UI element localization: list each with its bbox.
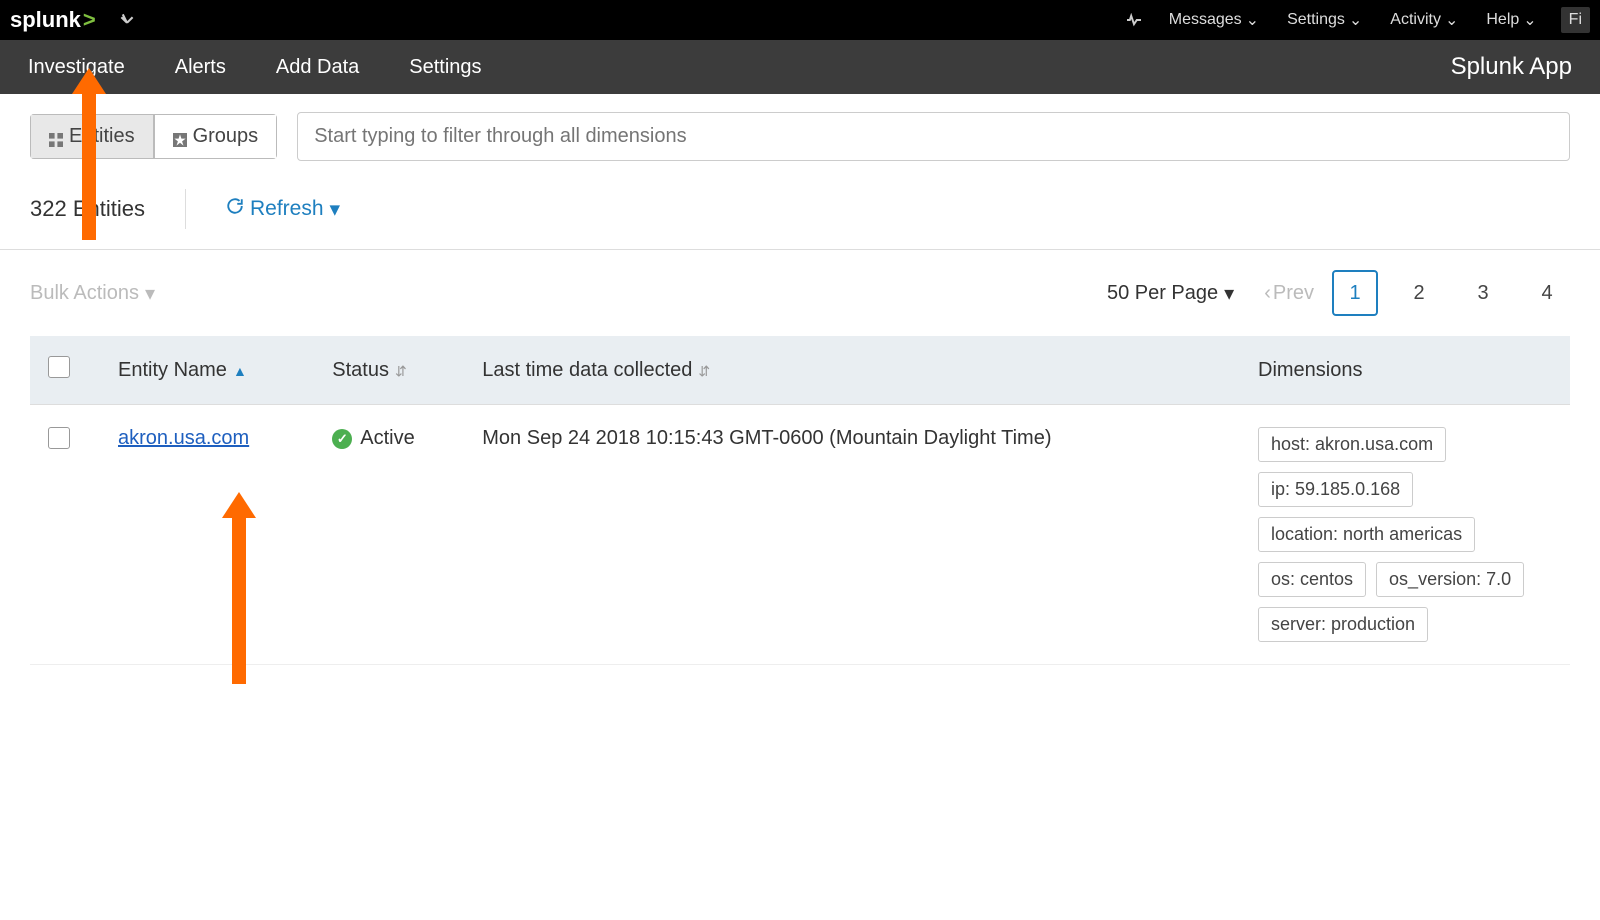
tab-entities-label: Entities [69,125,135,148]
chevron-down-icon: ⌄ [1246,10,1259,30]
nav-add-data[interactable]: Add Data [276,56,359,79]
sort-icon: ⇵ [698,363,710,379]
divider [185,189,186,229]
chevron-down-icon: ⌄ [1445,10,1458,30]
star-icon [173,130,187,144]
col-entity-name[interactable]: Entity Name▲ [100,336,314,405]
page-3[interactable]: 3 [1460,270,1506,316]
topbar-help[interactable]: Help⌄ [1486,10,1536,30]
topbar-settings[interactable]: Settings⌄ [1287,10,1362,30]
sort-asc-icon: ▲ [233,363,247,379]
status-text: Active [360,427,414,450]
tab-entities[interactable]: Entities [30,114,154,159]
nav-investigate[interactable]: Investigate [28,56,125,79]
tab-groups-label: Groups [193,125,259,148]
caret-down-icon: ▾ [1224,281,1234,306]
caret-down-icon: ▾ [145,281,155,306]
dimension-tags: host: akron.usa.com ip: 59.185.0.168 loc… [1258,427,1552,642]
refresh-button[interactable]: Refresh ▾ [226,197,340,222]
refresh-label: Refresh [250,197,324,221]
tab-groups[interactable]: Groups [154,114,278,159]
col-dimensions: Dimensions [1240,336,1570,405]
toolbar: Entities Groups [0,94,1600,179]
chevron-down-icon: ⌄ [1349,10,1362,30]
logo-text: splunk [10,7,81,33]
count-row: 322 Entities Refresh ▾ [0,179,1600,250]
status-active-icon: ✓ [332,429,352,449]
topbar-messages[interactable]: Messages⌄ [1169,10,1259,30]
page-2[interactable]: 2 [1396,270,1442,316]
topbar-activity[interactable]: Activity⌄ [1390,10,1458,30]
page-1[interactable]: 1 [1332,270,1378,316]
dimension-tag[interactable]: ip: 59.185.0.168 [1258,472,1413,507]
page-prev[interactable]: ‹Prev [1264,282,1314,305]
splunk-logo: splunk> [10,7,96,33]
caret-down-icon: ▾ [330,197,341,222]
dimension-filter-input[interactable] [297,112,1570,161]
app-switcher-icon[interactable] [120,13,134,27]
dimension-tag[interactable]: os: centos [1258,562,1366,597]
table-header-row: Entity Name▲ Status⇵ Last time data coll… [30,336,1570,405]
dimension-tag[interactable]: os_version: 7.0 [1376,562,1524,597]
bulk-actions-dropdown[interactable]: Bulk Actions ▾ [30,281,155,306]
nav-settings[interactable]: Settings [409,56,481,79]
dimension-tag[interactable]: host: akron.usa.com [1258,427,1446,462]
list-controls: Bulk Actions ▾ 50 Per Page ▾ ‹Prev 1 2 3… [0,250,1600,336]
chevron-left-icon: ‹ [1264,282,1271,305]
entities-count: 322 Entities [30,196,145,222]
logo-caret-icon: > [83,7,96,33]
per-page-dropdown[interactable]: 50 Per Page ▾ [1107,281,1234,306]
activity-pulse-icon[interactable] [1127,13,1141,27]
grid-icon [49,130,63,144]
last-time-cell: Mon Sep 24 2018 10:15:43 GMT-0600 (Mount… [464,405,1240,665]
dimension-tag[interactable]: location: north americas [1258,517,1475,552]
chevron-down-icon: ⌄ [1523,10,1536,30]
topbar-find[interactable]: Fi [1561,7,1590,33]
entities-table: Entity Name▲ Status⇵ Last time data coll… [30,336,1570,665]
nav-alerts[interactable]: Alerts [175,56,226,79]
top-system-bar: splunk> Messages⌄ Settings⌄ Activity⌄ He… [0,0,1600,40]
row-checkbox[interactable] [48,427,70,449]
col-last-time[interactable]: Last time data collected⇵ [464,336,1240,405]
app-nav-bar: Investigate Alerts Add Data Settings Spl… [0,40,1600,94]
pagination: ‹Prev 1 2 3 4 [1264,270,1570,316]
page-4[interactable]: 4 [1524,270,1570,316]
col-status[interactable]: Status⇵ [314,336,464,405]
sort-icon: ⇵ [395,363,407,379]
status-cell: ✓ Active [332,427,446,450]
app-title: Splunk App [1451,53,1572,81]
refresh-icon [226,197,244,221]
entity-name-link[interactable]: akron.usa.com [118,427,249,449]
table-row: akron.usa.com ✓ Active Mon Sep 24 2018 10… [30,405,1570,665]
view-segment: Entities Groups [30,114,277,159]
select-all-checkbox[interactable] [48,356,70,378]
dimension-tag[interactable]: server: production [1258,607,1428,642]
